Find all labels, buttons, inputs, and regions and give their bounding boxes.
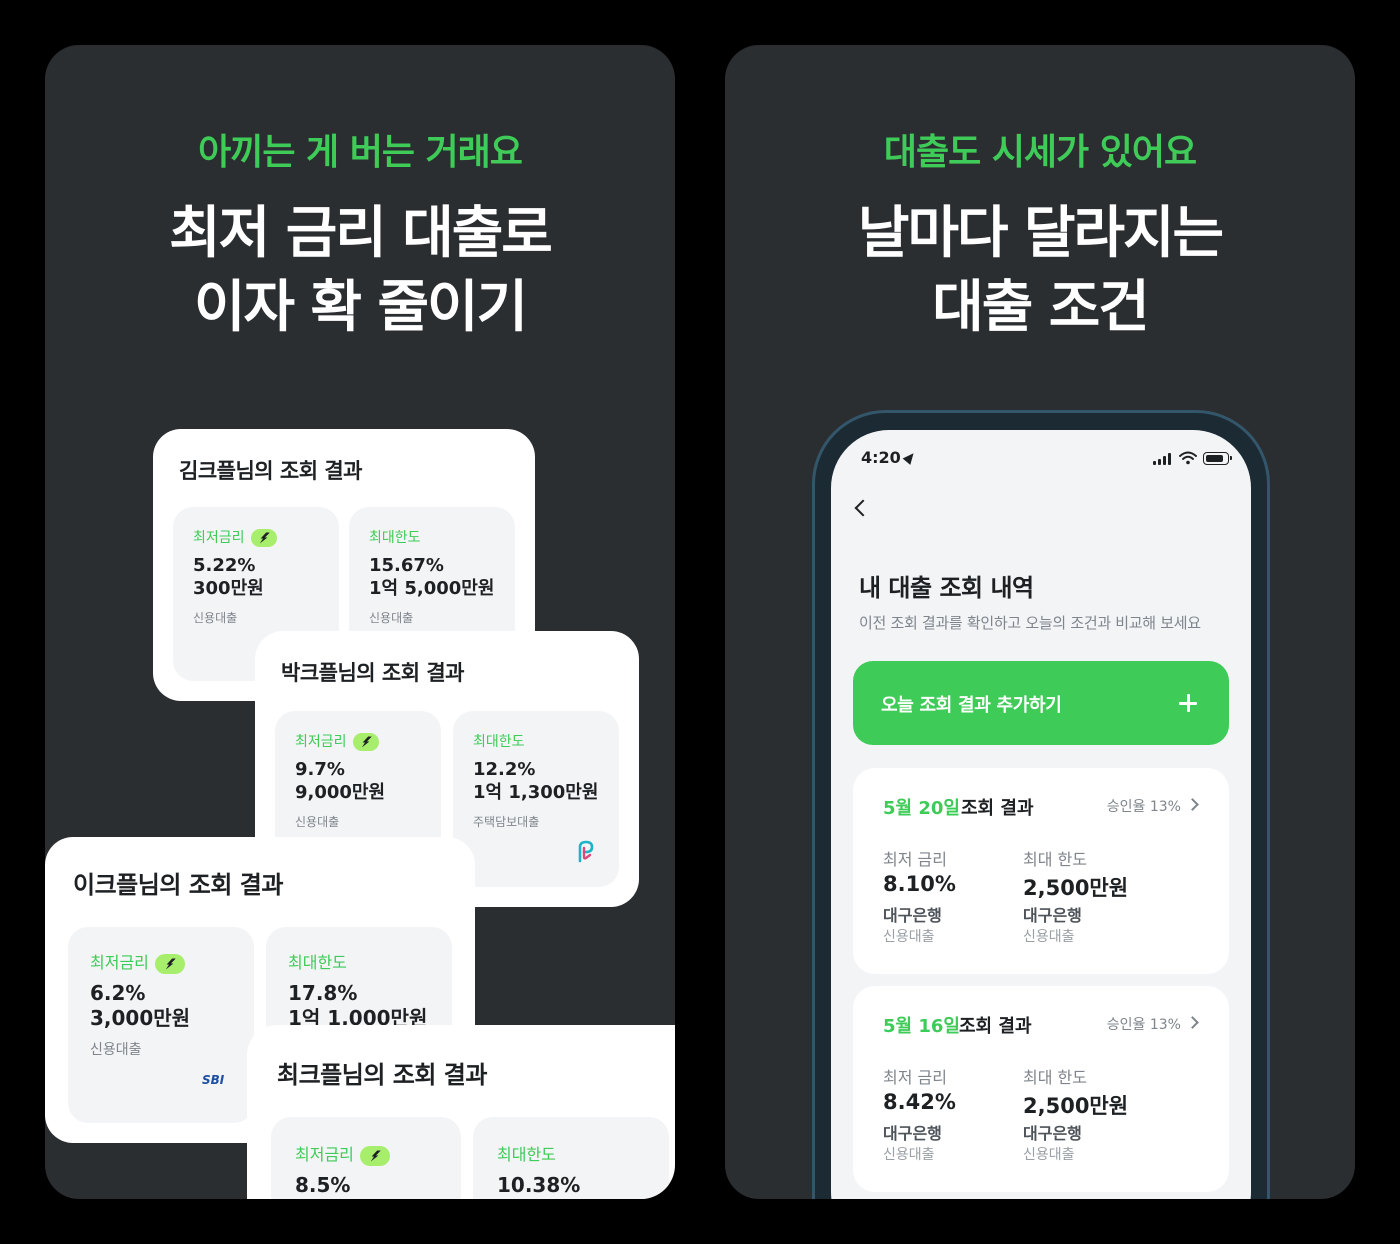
min-rate-bank: 대구은행 — [883, 1124, 942, 1143]
max-limit-label: 최대한도 — [497, 1145, 556, 1164]
wifi-icon — [1179, 451, 1197, 465]
max-limit-type: 신용대출 — [1023, 929, 1075, 945]
eyebrow-text: 대출도 시세가 있어요 — [883, 132, 1197, 173]
headline: 날마다 달라지는 대출 조건 — [725, 197, 1355, 345]
location-arrow-icon — [902, 450, 918, 465]
max-limit-label: 최대한도 — [369, 530, 421, 546]
min-rate-label: 최저금리 — [295, 731, 379, 751]
eyebrow-text: 아끼는 게 버는 거래요 — [198, 132, 523, 173]
min-rate-value: 8.42% — [883, 1090, 956, 1114]
chevron-right-icon — [1186, 1016, 1199, 1029]
max-limit-bank: 대구은행 — [1023, 906, 1082, 925]
headline-line-1: 날마다 달라지는 — [857, 201, 1224, 266]
history-title: 조회 결과 — [961, 798, 1034, 819]
add-button-label: 오늘 조회 결과 추가하기 — [881, 695, 1062, 716]
max-limit-type: 신용대출 — [1023, 1147, 1075, 1163]
max-limit-box: 최대한도 10.38% — [473, 1117, 669, 1199]
battery-icon — [1203, 452, 1232, 465]
max-limit-box: 최대한도 12.2% 1억 1,300만원 주택담보대출 — [453, 711, 619, 887]
min-rate-value: 8.5% — [295, 1173, 351, 1197]
min-rate-value: 8.10% — [883, 872, 956, 896]
bank-logo-icon — [578, 840, 594, 863]
cellular-signal-icon — [1153, 453, 1173, 465]
loan-type: 신용대출 — [369, 611, 414, 625]
max-limit-value: 10.38% — [497, 1173, 581, 1197]
card-title: 김크플님의 조회 결과 — [179, 459, 363, 483]
history-date: 5월 16일 — [883, 1016, 960, 1037]
min-rate-label: 최저 금리 — [883, 850, 947, 869]
max-limit-value: 12.2% 1억 1,300만원 — [473, 759, 599, 803]
max-limit-label: 최대 한도 — [1023, 850, 1087, 869]
lightning-icon — [352, 733, 379, 751]
headline: 최저 금리 대출로 이자 확 줄이기 — [45, 197, 675, 345]
history-title: 조회 결과 — [959, 1016, 1032, 1037]
min-rate-value: 6.2% 3,000만원 — [90, 981, 191, 1030]
promo-panel-right: 대출도 시세가 있어요 날마다 달라지는 대출 조건 4:20 내 대출 조회 … — [725, 45, 1355, 1199]
max-limit-bank: 대구은행 — [1023, 1124, 1082, 1143]
min-rate-type: 신용대출 — [883, 1147, 935, 1163]
chevron-right-icon — [1186, 798, 1199, 811]
min-rate-bank: 대구은행 — [883, 906, 942, 925]
min-rate-label: 최저금리 — [193, 527, 277, 547]
min-rate-value: 5.22% 300만원 — [193, 555, 264, 599]
promo-panel-left: 아끼는 게 버는 거래요 최저 금리 대출로 이자 확 줄이기 김크플님의 조회… — [45, 45, 675, 1199]
loan-type: 신용대출 — [193, 611, 238, 625]
sbi-logo: SBI — [202, 1073, 225, 1087]
plus-icon — [1179, 694, 1197, 712]
history-date: 5월 20일 — [883, 798, 960, 819]
lightning-icon — [154, 953, 185, 974]
loan-type: 신용대출 — [295, 815, 340, 829]
lightning-icon — [250, 529, 277, 547]
history-card[interactable]: 5월 16일 조회 결과 승인율 13% 최저 금리 8.42% 대구은행 신용… — [853, 986, 1229, 1192]
result-card-choi[interactable]: 최크플님의 조회 결과 최저금리 8.5% 최대한도 10.38% — [247, 1025, 675, 1199]
max-limit-label: 최대 한도 — [1023, 1068, 1087, 1087]
add-today-result-button[interactable]: 오늘 조회 결과 추가하기 — [853, 661, 1229, 745]
min-rate-value: 9.7% 9,000만원 — [295, 759, 386, 803]
headline-line-2: 대출 조건 — [932, 275, 1150, 340]
page-subtitle: 이전 조회 결과를 확인하고 오늘의 조건과 비교해 보세요 — [859, 614, 1201, 632]
loan-type: 주택담보대출 — [473, 815, 540, 829]
headline-line-1: 최저 금리 대출로 — [169, 201, 553, 266]
loan-type: 신용대출 — [90, 1042, 142, 1058]
max-limit-value: 17.8% 1억 1,000만원 — [288, 981, 428, 1030]
max-limit-value: 15.67% 1억 5,000만원 — [369, 555, 495, 599]
card-title: 최크플님의 조회 결과 — [277, 1061, 487, 1089]
card-title: 박크플님의 조회 결과 — [281, 661, 465, 685]
status-time: 4:20 — [861, 448, 901, 467]
lightning-icon — [359, 1145, 390, 1166]
max-limit-label: 최대한도 — [288, 953, 347, 972]
min-rate-box: 최저금리 8.5% — [271, 1117, 461, 1199]
approval-rate: 승인율 13% — [1106, 1017, 1181, 1033]
max-limit-value: 2,500만원 — [1023, 1094, 1129, 1118]
card-title: 이크플님의 조회 결과 — [73, 871, 283, 899]
min-rate-box: 최저금리 6.2% 3,000만원 신용대출 SBI — [68, 927, 254, 1123]
page-title: 내 대출 조회 내역 — [859, 574, 1034, 602]
history-card[interactable]: 5월 20일 조회 결과 승인율 13% 최저 금리 8.10% 대구은행 신용… — [853, 768, 1229, 974]
min-rate-label: 최저 금리 — [883, 1068, 947, 1087]
approval-rate: 승인율 13% — [1106, 799, 1181, 815]
min-rate-label: 최저금리 — [90, 949, 185, 974]
max-limit-label: 최대한도 — [473, 734, 525, 750]
min-rate-type: 신용대출 — [883, 929, 935, 945]
max-limit-value: 2,500만원 — [1023, 876, 1129, 900]
phone-screen: 4:20 내 대출 조회 내역 이전 조회 결과를 확인하고 오늘의 조건과 비… — [831, 430, 1251, 1199]
min-rate-label: 최저금리 — [295, 1141, 390, 1166]
headline-line-2: 이자 확 줄이기 — [193, 275, 528, 340]
back-chevron-icon[interactable] — [854, 499, 872, 517]
